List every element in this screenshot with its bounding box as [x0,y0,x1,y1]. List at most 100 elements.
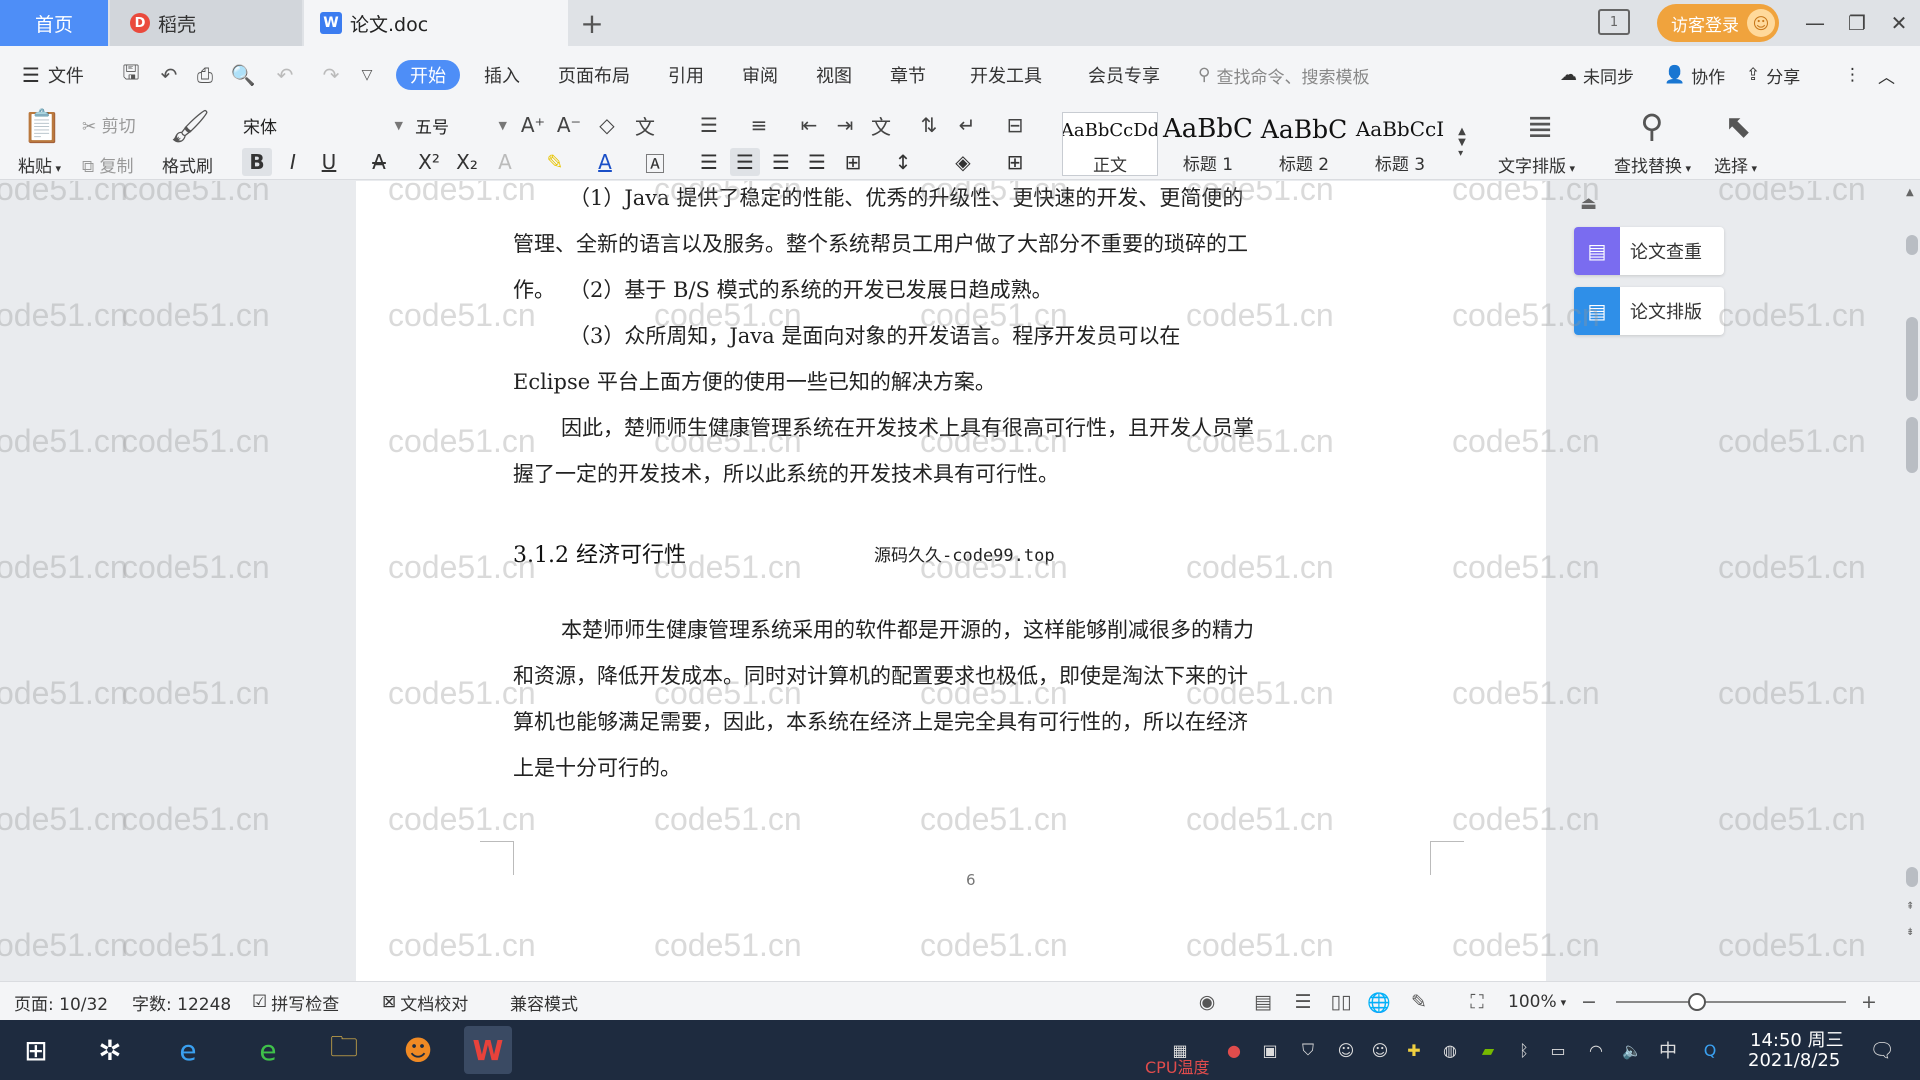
close-icon[interactable]: ✕ [1884,8,1914,38]
align-center-icon[interactable]: ☰ [730,148,760,176]
minimize-icon[interactable]: — [1800,8,1830,38]
magnifier-icon[interactable]: ⚲ [1632,106,1672,146]
file-menu[interactable]: ☰ 文件 [22,60,84,90]
wps-office-icon[interactable]: W [464,1026,512,1074]
paste-icon[interactable]: 📋 [22,106,62,146]
decrease-indent-icon[interactable]: ⇤ [794,110,824,140]
shield-icon[interactable]: ⛉ [1296,1038,1320,1062]
clear-format-icon[interactable]: ◇ [592,110,622,140]
window-layout-button[interactable]: 1 [1598,9,1630,35]
distributed-icon[interactable]: ⊞ [838,148,868,176]
copy-button[interactable]: ⧉ 复制 [82,152,134,177]
font-shrink-icon[interactable]: A⁻ [554,110,584,140]
paste-button[interactable]: 粘贴 ▾ [18,152,61,177]
tray-app-icon[interactable]: ● [1222,1038,1246,1062]
menu-member[interactable]: 会员专享 [1088,60,1160,90]
restore-icon[interactable]: ❐ [1842,8,1872,38]
paper-check-button[interactable]: ▤ 论文查重 [1574,227,1724,275]
zoom-select[interactable]: 100% ▾ [1508,990,1566,1014]
text-effect-icon[interactable]: A [490,148,520,176]
font-size-select[interactable]: 五号 ▼ [408,110,512,140]
more-options-icon[interactable]: ⋮ [1844,60,1861,90]
word-count[interactable]: 字数: 12248 [132,990,231,1015]
char-border-icon[interactable]: 🄰 [640,148,670,176]
eye-protection-icon[interactable]: ◉ [1194,990,1220,1014]
windows-start-icon[interactable]: ⊞ [12,1026,60,1074]
style-heading-2[interactable]: AaBbC 标题 2 [1256,112,1352,176]
share-button[interactable]: ⇪ 分享 [1746,60,1800,90]
undo-history-icon[interactable]: ↶ [156,62,182,88]
app-mascot-icon[interactable]: ☻ [394,1026,442,1074]
prev-page-icon[interactable]: ⇞ [1906,901,1914,912]
clock-time[interactable]: 14:50 周三 [1750,1026,1844,1052]
superscript-icon[interactable]: X² [414,148,444,176]
tab-home[interactable]: 首页 [0,0,108,46]
reading-view-icon[interactable]: ▯▯ [1328,990,1354,1014]
outline-view-icon[interactable]: ☰ [1290,990,1316,1014]
bullet-list-icon[interactable]: ☰ [694,110,724,140]
align-left-icon[interactable]: ☰ [694,148,724,176]
line-spacing-icon[interactable]: ↕ [888,148,918,176]
document-page[interactable]: （1）Java 提供了稳定的性能、优秀的升级性、更快速的开发、更简便的管理、全新… [356,181,1546,981]
tray-app-icon[interactable]: ◍ [1438,1038,1462,1062]
menu-view[interactable]: 视图 [816,60,852,90]
tray-app-icon[interactable]: ✚ [1402,1038,1426,1062]
highlight-icon[interactable]: ✎ [540,148,570,176]
zoom-out-icon[interactable]: − [1576,990,1602,1014]
wifi-icon[interactable]: ◠ [1584,1038,1608,1062]
vertical-scrollbar[interactable]: ▲ ⇞ ⇟ [1904,181,1920,981]
shading-icon[interactable]: ◈ [948,148,978,176]
menu-insert[interactable]: 插入 [484,60,520,90]
zoom-slider[interactable] [1616,993,1846,1011]
underline-icon[interactable]: U [314,148,344,176]
print-icon[interactable]: ⎙ [192,62,218,88]
text-layout-button[interactable]: 文字排版 ▾ [1498,152,1575,177]
paper-layout-button[interactable]: ▤ 论文排版 [1574,287,1724,335]
fit-page-icon[interactable]: ⛶ [1464,990,1490,1014]
format-painter-icon[interactable]: 🖌 [170,106,211,146]
italic-icon[interactable]: I [278,148,308,176]
spell-check-button[interactable]: ☑ 拼写检查 [252,990,339,1015]
browser-360-icon[interactable]: e [244,1026,292,1074]
command-search-input[interactable]: ⚲ 查找命令、搜索模板 [1198,60,1369,90]
volume-icon[interactable]: 🔈 [1620,1038,1644,1062]
page-indicator[interactable]: 页面: 10/32 [14,990,108,1015]
ime-indicator[interactable]: 中 [1656,1038,1680,1062]
phonetic-guide-icon[interactable]: 文 [630,110,660,140]
show-marks-icon[interactable]: ↵ [952,110,982,140]
customize-toolbar-icon[interactable]: ▽ [354,62,380,88]
cut-button[interactable]: ✂ 剪切 [82,112,136,137]
guest-login-button[interactable]: 访客登录 ☺ [1657,4,1779,42]
scroll-up-icon[interactable]: ▲ [1906,187,1914,198]
tab-docer[interactable]: D 稻壳 [110,0,302,46]
undo-icon[interactable]: ↶ [272,62,298,88]
zoom-slider-thumb[interactable] [1687,993,1706,1011]
borders-icon[interactable]: ⊞ [1000,148,1030,176]
new-tab-button[interactable]: + [575,6,609,40]
menu-review[interactable]: 审阅 [742,60,778,90]
tray-app-icon[interactable]: ▣ [1258,1038,1282,1062]
select-button[interactable]: 选择 ▾ [1714,152,1757,177]
ie-browser-icon[interactable]: e [164,1026,212,1074]
increase-indent-icon[interactable]: ⇥ [830,110,860,140]
web-view-icon[interactable]: 🌐 [1366,990,1392,1014]
app-pinwheel-icon[interactable]: ✲ [86,1026,134,1074]
scroll-thumb[interactable] [1906,317,1918,401]
qq-icon[interactable]: ☺ [1334,1038,1358,1062]
format-painter-button[interactable]: 格式刷 [162,152,213,177]
chinese-layout-icon[interactable]: 文 [866,110,896,140]
style-normal[interactable]: AaBbCcDd 正文 [1062,112,1158,176]
collapse-panel-icon[interactable]: ⏏ [1580,193,1597,214]
nvidia-icon[interactable]: ▰ [1476,1038,1500,1062]
menu-start[interactable]: 开始 [396,60,460,90]
menu-page-layout[interactable]: 页面布局 [558,60,630,90]
align-right-icon[interactable]: ☰ [766,148,796,176]
battery-icon[interactable]: ▭ [1546,1038,1570,1062]
bluetooth-icon[interactable]: ᛒ [1512,1038,1536,1062]
font-grow-icon[interactable]: A⁺ [518,110,548,140]
print-preview-icon[interactable]: 🔍 [230,62,256,88]
redo-icon[interactable]: ↷ [318,62,344,88]
font-color-icon[interactable]: A [590,148,620,176]
notification-icon[interactable]: 🗨 [1869,1038,1894,1062]
cursor-icon[interactable]: ⬉ [1718,106,1758,146]
